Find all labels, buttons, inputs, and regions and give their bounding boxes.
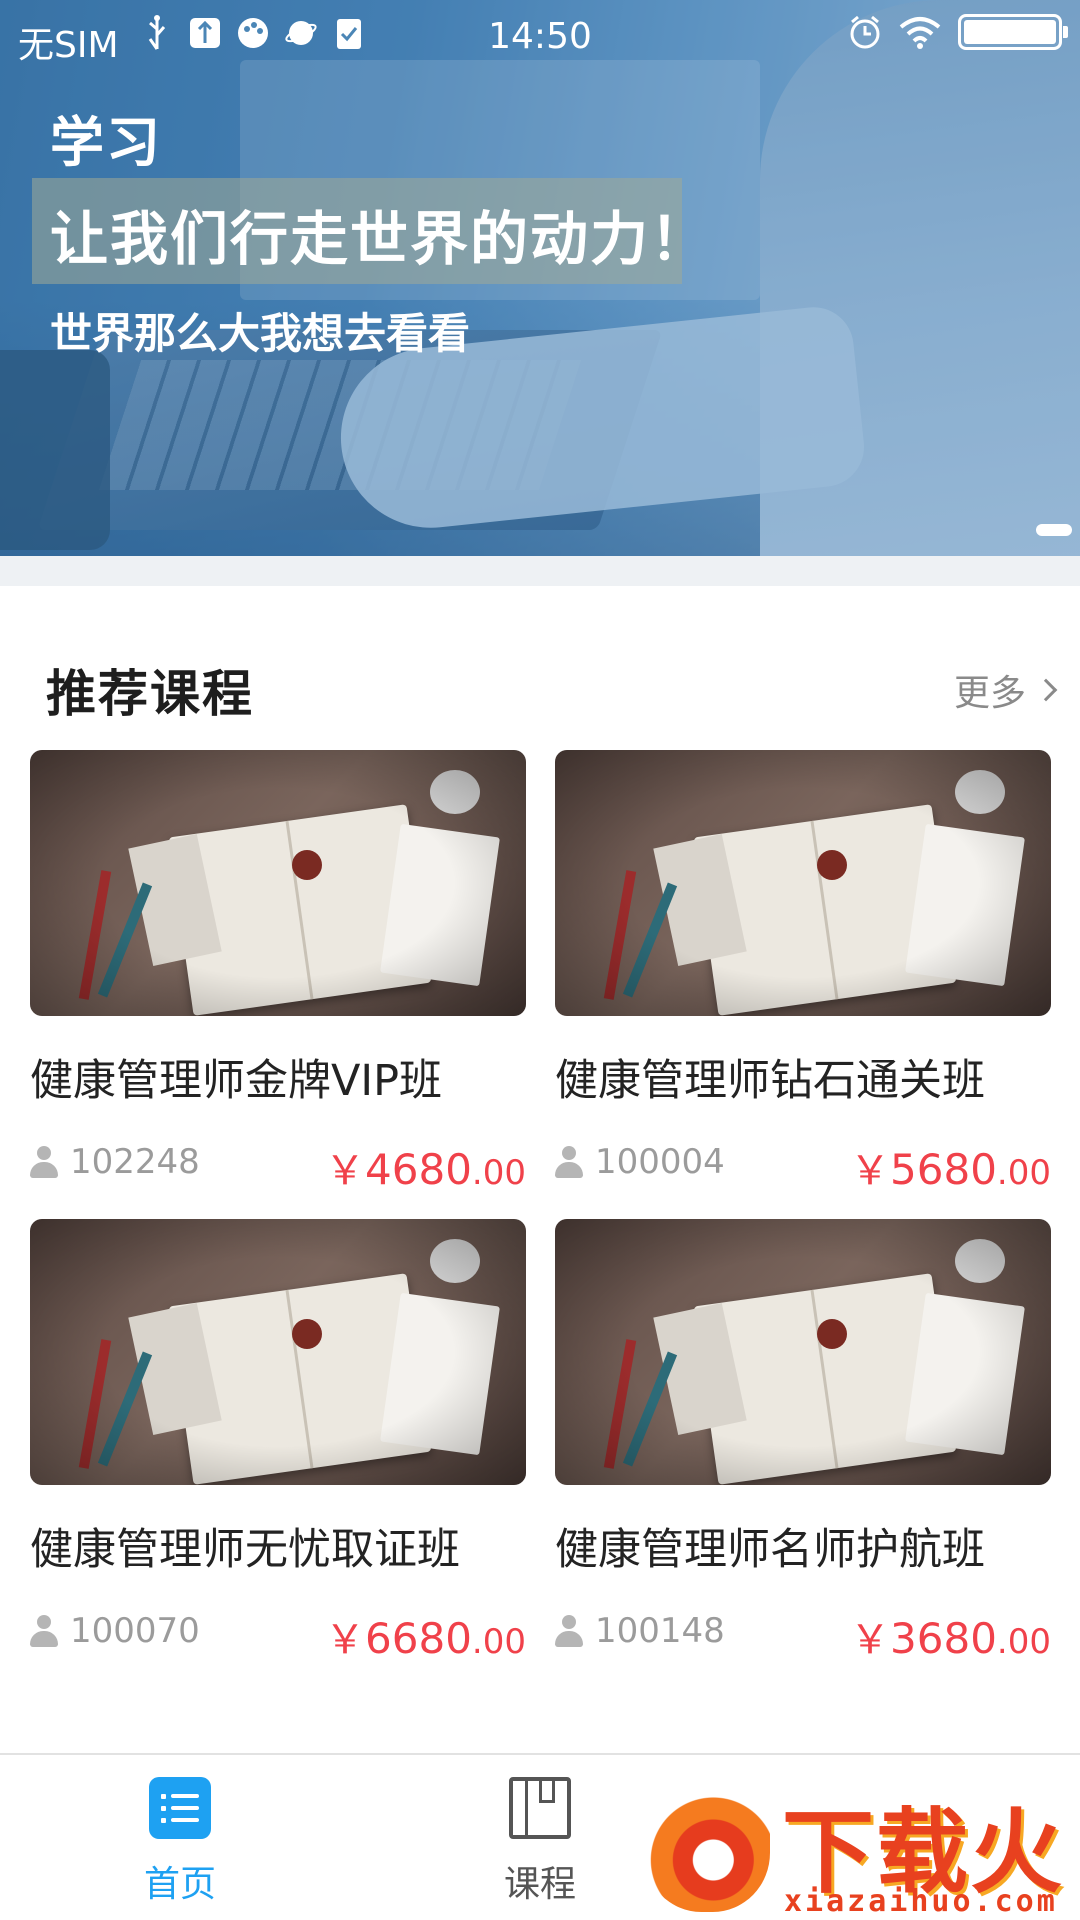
- course-price: ￥3680.00: [850, 1614, 1051, 1663]
- tab-home-label: 首页: [143, 1864, 216, 1905]
- hero-banner[interactable]: 学习 让我们行走世界的动力！ 世界那么大我想去看看: [0, 0, 1080, 556]
- course-title[interactable]: 健康管理师名师护航班: [555, 1515, 985, 1577]
- course-meta: 100148 ￥3680.00: [555, 1607, 1051, 1663]
- more-link[interactable]: 更多: [953, 664, 1058, 716]
- tab-courses[interactable]: 课程: [420, 1755, 660, 1920]
- list-icon: [149, 1777, 211, 1839]
- course-meta: 102248 ￥4680.00: [30, 1138, 526, 1194]
- student-count: 100070: [70, 1611, 200, 1651]
- tab-courses-label: 课程: [503, 1864, 576, 1905]
- user-icon: [555, 1615, 583, 1647]
- watermark-url: xiazaihuo.com: [784, 1884, 1058, 1919]
- user-icon: [555, 1146, 583, 1178]
- status-bar: 无SIM 14:50: [0, 0, 1080, 72]
- course-price: ￥4680.00: [325, 1145, 526, 1194]
- flame-icon: [644, 1782, 770, 1912]
- banner-page-indicator[interactable]: [1036, 524, 1072, 536]
- student-count: 100148: [595, 1611, 725, 1651]
- section-title: 推荐课程: [46, 665, 254, 723]
- watermark-logo: 下载火 xiazaihuo.com: [640, 1776, 1080, 1920]
- banner-title: 让我们行走世界的动力！: [50, 205, 711, 273]
- course-title[interactable]: 健康管理师金牌VIP班: [30, 1046, 442, 1108]
- more-label: 更多: [953, 673, 1026, 714]
- course-thumbnail[interactable]: [555, 1219, 1051, 1485]
- section-divider: [0, 556, 1080, 586]
- course-price: ￥6680.00: [325, 1614, 526, 1663]
- battery-icon: [958, 14, 1068, 50]
- course-card[interactable]: 健康管理师无忧取证班 100070 ￥6680.00: [30, 1219, 526, 1663]
- course-title[interactable]: 健康管理师无忧取证班: [30, 1515, 460, 1577]
- book-icon: [509, 1777, 571, 1839]
- user-icon: [30, 1615, 58, 1647]
- tab-home[interactable]: 首页: [60, 1755, 300, 1920]
- wifi-icon: [899, 17, 941, 49]
- course-card[interactable]: 健康管理师名师护航班 100148 ￥3680.00: [555, 1219, 1051, 1663]
- chevron-right-icon: [1034, 678, 1058, 702]
- course-card[interactable]: 健康管理师金牌VIP班 102248 ￥4680.00: [30, 750, 526, 1194]
- course-card[interactable]: 健康管理师钻石通关班 100004 ￥5680.00: [555, 750, 1051, 1194]
- course-title[interactable]: 健康管理师钻石通关班: [555, 1046, 985, 1108]
- course-thumbnail[interactable]: [555, 750, 1051, 1016]
- banner-subtitle: 世界那么大我想去看看: [50, 309, 471, 358]
- course-price: ￥5680.00: [850, 1145, 1051, 1194]
- system-icons: [848, 14, 1068, 50]
- student-count: 100004: [595, 1142, 725, 1182]
- banner-subject: 学习: [50, 111, 162, 174]
- alarm-icon: [850, 15, 880, 49]
- course-thumbnail[interactable]: [30, 750, 526, 1016]
- student-count: 102248: [70, 1142, 200, 1182]
- course-meta: 100004 ￥5680.00: [555, 1138, 1051, 1194]
- user-icon: [30, 1146, 58, 1178]
- course-meta: 100070 ￥6680.00: [30, 1607, 526, 1663]
- course-thumbnail[interactable]: [30, 1219, 526, 1485]
